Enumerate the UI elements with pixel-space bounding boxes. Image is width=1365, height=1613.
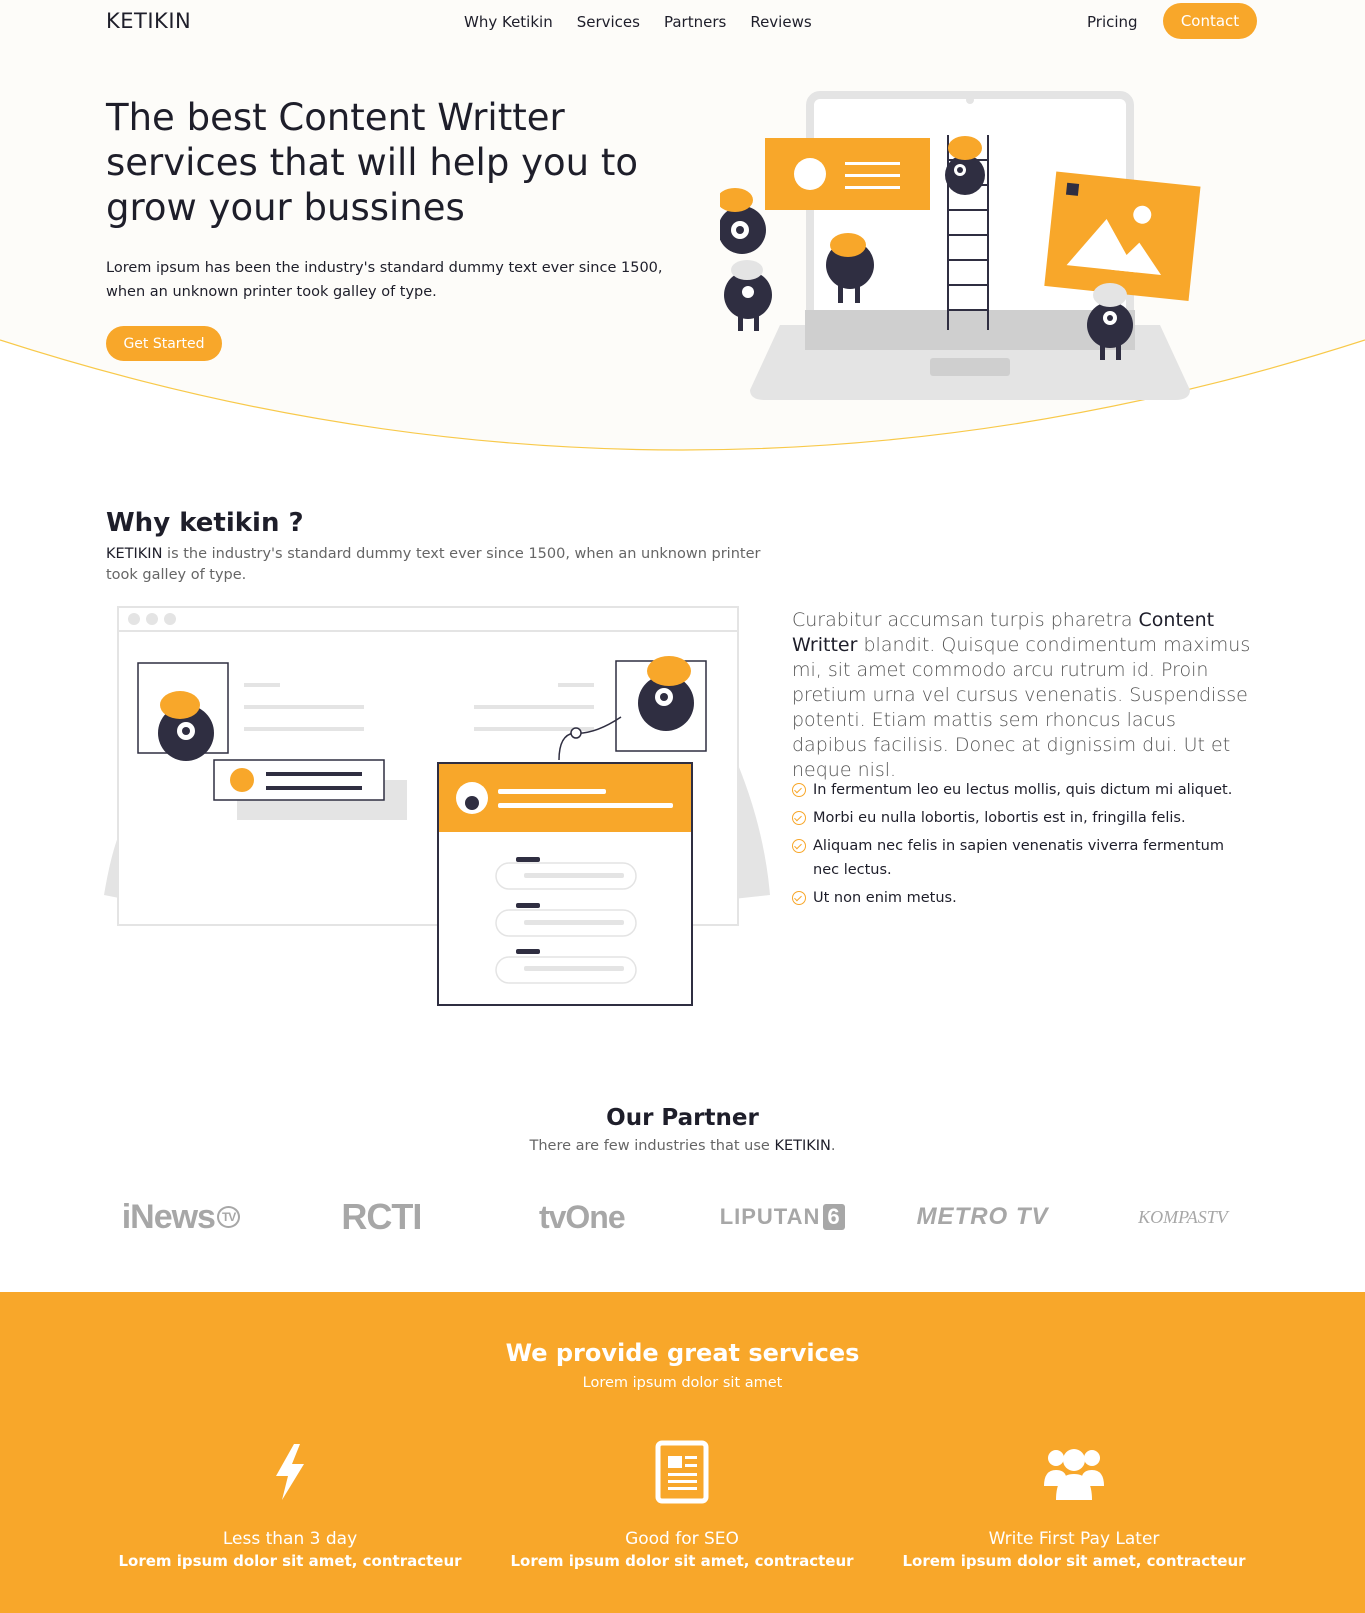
partner-subtitle: There are few industries that use KETIKI… xyxy=(0,1138,1365,1154)
list-item: Morbi eu nulla lobortis, lobortis est in… xyxy=(792,806,1252,830)
check-circle-icon xyxy=(792,839,806,853)
nav-link-services[interactable]: Services xyxy=(577,13,640,31)
users-icon xyxy=(878,1437,1270,1507)
hero-subtitle: Lorem ipsum has been the industry's stan… xyxy=(106,260,663,300)
rcti-logo: RCTI xyxy=(341,1196,422,1237)
services-subtitle: Lorem ipsum dolor sit amet xyxy=(582,1375,783,1391)
why-subtitle-text: is the industry's standard dummy text ev… xyxy=(106,546,761,583)
partner-subtitle-start: There are few industries that use xyxy=(529,1138,775,1154)
hero-section: KETIKIN Why Ketikin Services Partners Re… xyxy=(0,0,1365,470)
service-item-pay-later: Write First Pay Later Lorem ipsum dolor … xyxy=(878,1437,1270,1570)
service-description: Lorem ipsum dolor sit amet, contracteur xyxy=(902,1552,1246,1570)
list-item-text: Morbi eu nulla lobortis, lobortis est in… xyxy=(813,810,1186,826)
document-icon xyxy=(486,1437,878,1507)
why-illustration xyxy=(104,606,770,1006)
inews-logo: iNews TV xyxy=(106,1192,256,1242)
contact-button[interactable]: Contact xyxy=(1163,3,1257,39)
tvone-logo: tvOne xyxy=(538,1198,626,1235)
service-name: Good for SEO xyxy=(625,1529,739,1549)
service-name: Write First Pay Later xyxy=(988,1529,1160,1549)
why-paragraph-start: Curabitur accumsan turpis pharetra xyxy=(792,609,1139,631)
list-item: Ut non enim metus. xyxy=(792,886,1252,910)
services-section: We provide great services Lorem ipsum do… xyxy=(0,1292,1365,1613)
list-item: Aliquam nec felis in sapien venenatis vi… xyxy=(792,834,1252,882)
nav-link-partners[interactable]: Partners xyxy=(664,13,726,31)
logo[interactable]: KETIKIN xyxy=(106,9,191,33)
why-title: Why ketikin ? xyxy=(106,508,304,538)
liputan6-logo: LIPUTAN 6 xyxy=(707,1192,857,1242)
get-started-button[interactable]: Get Started xyxy=(106,326,222,361)
nav-link-pricing[interactable]: Pricing xyxy=(1087,13,1138,31)
partner-title: Our Partner xyxy=(606,1105,759,1131)
partner-subtitle-end: . xyxy=(830,1138,836,1154)
why-paragraph-end: blandit. Quisque condimentum maximus mi,… xyxy=(792,634,1251,781)
services-title: We provide great services xyxy=(505,1339,860,1367)
list-item-text: Aliquam nec felis in sapien venenatis vi… xyxy=(813,838,1224,878)
nav-link-why-ketikin[interactable]: Why Ketikin xyxy=(464,13,553,31)
check-circle-icon xyxy=(792,783,806,797)
list-item: In fermentum leo eu lectus mollis, quis … xyxy=(792,778,1252,802)
service-description: Lorem ipsum dolor sit amet, contracteur xyxy=(118,1552,462,1570)
partner-logos: iNews TV RCTI tvOne LIPUTAN 6 METRO TV KOM… xyxy=(106,1192,1258,1242)
list-item-text: Ut non enim metus. xyxy=(813,890,957,906)
why-feature-list: In fermentum leo eu lectus mollis, quis … xyxy=(792,778,1252,914)
hero-title: The best Content Writter services that w… xyxy=(106,96,638,229)
service-item-fast: Less than 3 day Lorem ipsum dolor sit am… xyxy=(94,1437,486,1570)
hero-illustration xyxy=(720,91,1201,400)
service-item-seo: Good for SEO Lorem ipsum dolor sit amet,… xyxy=(486,1437,878,1570)
lightning-icon xyxy=(94,1437,486,1507)
top-nav: KETIKIN Why Ketikin Services Partners Re… xyxy=(0,0,1365,44)
nav-link-reviews[interactable]: Reviews xyxy=(750,13,811,31)
nav-links: Why Ketikin Services Partners Reviews xyxy=(464,13,812,31)
service-name: Less than 3 day xyxy=(222,1529,358,1549)
service-description: Lorem ipsum dolor sit amet, contracteur xyxy=(510,1552,854,1570)
why-brand: KETIKIN xyxy=(106,546,163,562)
kompastv-logo: KOMPASTV xyxy=(1138,1206,1228,1227)
check-circle-icon xyxy=(792,891,806,905)
metrotv-logo: METRO TV xyxy=(916,1203,1049,1230)
why-subtitle: KETIKIN is the industry's standard dummy… xyxy=(106,544,766,586)
why-paragraph: Curabitur accumsan turpis pharetra Conte… xyxy=(792,608,1252,783)
partner-brand: KETIKIN xyxy=(774,1138,831,1154)
list-item-text: In fermentum leo eu lectus mollis, quis … xyxy=(813,782,1233,798)
check-circle-icon xyxy=(792,811,806,825)
